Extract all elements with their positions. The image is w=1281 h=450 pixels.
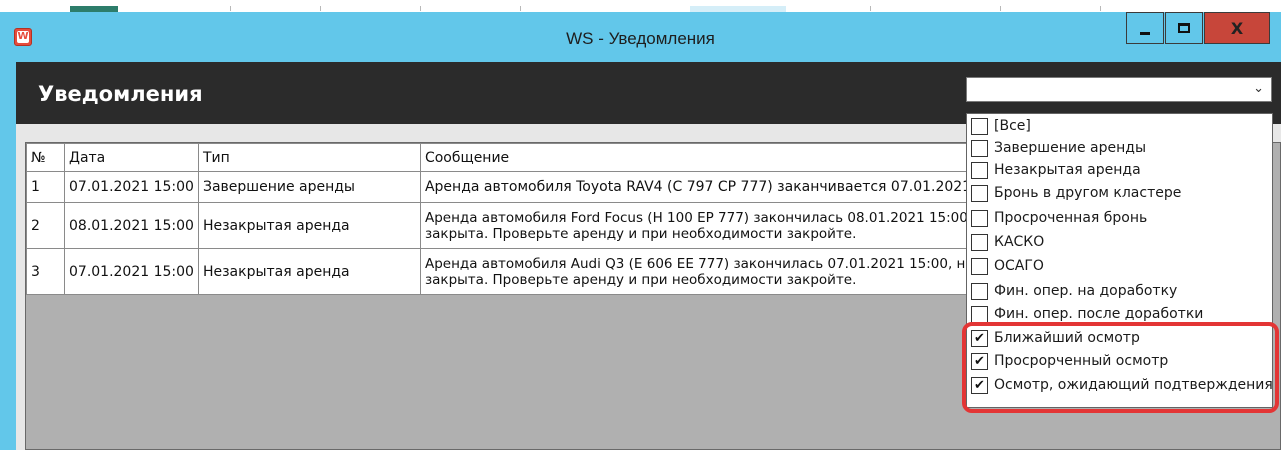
filter-option[interactable]: Завершение аренды: [971, 137, 1146, 159]
filter-option-checkbox[interactable]: ✔: [971, 376, 988, 394]
filter-option-label: Просроченная бронь: [994, 210, 1148, 226]
filter-option-checkbox[interactable]: [971, 282, 988, 300]
filter-option-checkbox[interactable]: [971, 305, 988, 323]
minimize-icon: [1140, 31, 1150, 35]
maximize-icon: [1178, 23, 1190, 33]
type-filter-dropdown[interactable]: [Все] Завершение аренды Незакрытая аренд…: [966, 113, 1273, 408]
strip-tick: [870, 6, 871, 11]
table-row[interactable]: 1 07.01.2021 15:00 Завершение аренды Аре…: [26, 171, 1026, 203]
filter-option-checkbox[interactable]: [971, 184, 988, 202]
filter-option[interactable]: Фин. опер. после доработки: [971, 303, 1203, 325]
filter-option[interactable]: ✔ Просрорченный осмотр: [971, 350, 1168, 372]
row-message: Аренда автомобиля Ford Focus (Н 100 ЕР 7…: [419, 202, 1026, 249]
table-row[interactable]: 3 07.01.2021 15:00 Незакрытая аренда Аре…: [26, 248, 1026, 295]
row-type: Завершение аренды: [197, 171, 421, 203]
filter-option-label: Незакрытая аренда: [994, 162, 1141, 178]
strip-tick: [1000, 6, 1001, 11]
filter-option-label: Просрорченный осмотр: [994, 353, 1169, 369]
chevron-down-icon[interactable]: ⌄: [1253, 81, 1264, 96]
row-message: Аренда автомобиля Toyota RAV4 (С 797 СР …: [419, 171, 1026, 203]
strip-tick: [420, 6, 421, 11]
filter-option-checkbox[interactable]: [971, 233, 988, 251]
row-num: 2: [26, 202, 65, 249]
table-row[interactable]: 2 08.01.2021 15:00 Незакрытая аренда Аре…: [26, 202, 1026, 249]
close-button[interactable]: X: [1204, 12, 1270, 44]
filter-option-label: Завершение аренды: [994, 140, 1147, 156]
page-title: Уведомления: [38, 82, 203, 106]
row-type: Незакрытая аренда: [197, 202, 421, 249]
filter-option-checkbox[interactable]: [971, 257, 988, 275]
column-header-type[interactable]: Тип: [197, 143, 421, 172]
row-date: 07.01.2021 15:00: [64, 248, 199, 295]
column-header-date[interactable]: Дата: [64, 143, 199, 172]
filter-option-checkbox[interactable]: ✔: [971, 352, 988, 370]
filter-option-label: Ближайший осмотр: [994, 330, 1140, 346]
strip-tick: [320, 6, 321, 11]
filter-option[interactable]: Просроченная бронь: [971, 207, 1147, 229]
filter-option-label: КАСКО: [994, 234, 1045, 250]
column-header-num[interactable]: №: [26, 143, 65, 172]
close-icon: X: [1230, 18, 1244, 38]
window-title: WS - Уведомления: [566, 29, 715, 48]
filter-option[interactable]: [Все]: [971, 115, 1031, 137]
top-strip: [0, 0, 1281, 12]
filter-option-label: ОСАГО: [994, 258, 1044, 274]
column-header-message[interactable]: Сообщение: [419, 143, 1026, 172]
filter-option-checkbox[interactable]: [971, 209, 988, 227]
strip-tick: [230, 6, 231, 11]
filter-option-checkbox[interactable]: ✔: [971, 329, 988, 347]
filter-option[interactable]: Незакрытая аренда: [971, 159, 1141, 181]
filter-option-checkbox[interactable]: [971, 161, 988, 179]
row-type: Незакрытая аренда: [197, 248, 421, 295]
notifications-table: № Дата Тип Сообщение 1 07.01.2021 15:00 …: [26, 143, 1026, 295]
filter-option[interactable]: Фин. опер. на доработку: [971, 280, 1177, 302]
row-message: Аренда автомобиля Audi Q3 (Е 606 ЕЕ 777)…: [419, 248, 1026, 295]
type-filter-select[interactable]: ⌄: [966, 77, 1272, 102]
filter-option-label: Осмотр, ожидающий подтверждения: [994, 377, 1273, 393]
row-date: 08.01.2021 15:00: [64, 202, 199, 249]
filter-option[interactable]: ОСАГО: [971, 255, 1044, 277]
strip-tick: [520, 6, 521, 11]
row-date: 07.01.2021 15:00: [64, 171, 199, 203]
filter-option[interactable]: ✔ Ближайший осмотр: [971, 327, 1140, 349]
filter-option[interactable]: КАСКО: [971, 231, 1044, 253]
filter-option-label: Фин. опер. на доработку: [994, 283, 1178, 299]
filter-option-label: Фин. опер. после доработки: [994, 306, 1204, 322]
filter-option[interactable]: ✔ Осмотр, ожидающий подтверждения: [971, 374, 1273, 396]
filter-option[interactable]: Бронь в другом кластере: [971, 182, 1181, 204]
row-num: 1: [26, 171, 65, 203]
filter-option-checkbox[interactable]: [971, 117, 988, 135]
filter-option-checkbox[interactable]: [971, 139, 988, 157]
table-header-row: № Дата Тип Сообщение: [26, 143, 1026, 172]
row-num: 3: [26, 248, 65, 295]
maximize-button[interactable]: [1165, 12, 1203, 44]
strip-tick: [1100, 6, 1101, 11]
title-bar[interactable]: W WS - Уведомления X: [0, 12, 1281, 60]
filter-option-label: [Все]: [994, 118, 1031, 134]
minimize-button[interactable]: [1126, 12, 1164, 44]
filter-option-label: Бронь в другом кластере: [994, 185, 1182, 201]
